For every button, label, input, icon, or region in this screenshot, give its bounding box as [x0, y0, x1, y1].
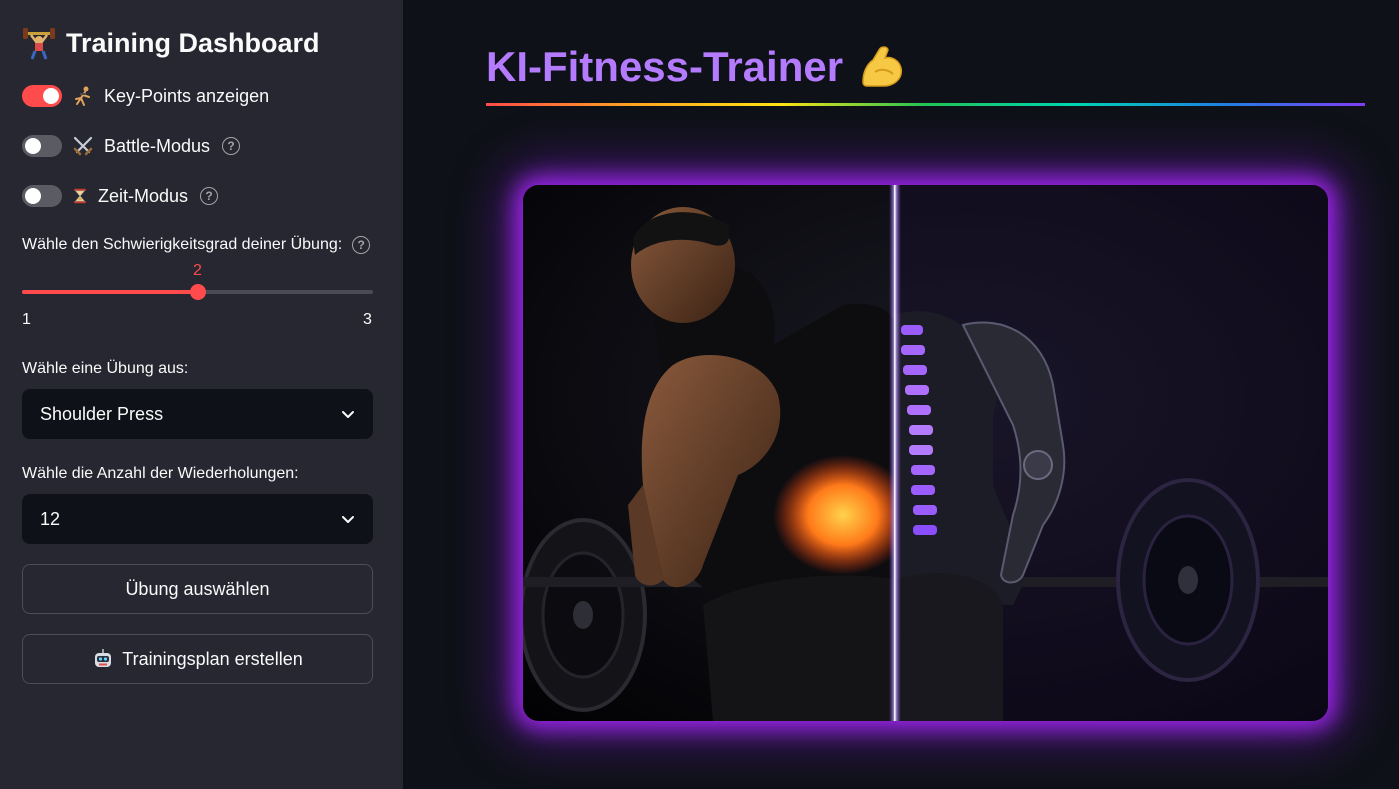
toggle-knob	[25, 138, 41, 154]
difficulty-label-row: Wähle den Schwierigkeitsgrad deiner Übun…	[22, 236, 371, 254]
select-exercise-button-label: Übung auswählen	[125, 578, 270, 599]
keypoints-label: Key-Points anzeigen	[104, 85, 270, 106]
repetitions-selected-value: 12	[40, 508, 61, 529]
help-icon[interactable]: ?	[200, 187, 219, 205]
toggle-row-battle: Battle-Modus ?	[22, 135, 241, 157]
slider-current-value: 2	[193, 262, 202, 279]
repetitions-select[interactable]: 12	[22, 494, 373, 544]
time-mode-toggle[interactable]	[22, 185, 62, 207]
chevron-down-icon	[342, 516, 354, 523]
help-icon[interactable]: ?	[352, 236, 371, 254]
battle-mode-toggle[interactable]	[22, 135, 62, 157]
slider-fill	[22, 290, 198, 294]
sidebar-title-text: Training Dashboard	[66, 27, 320, 58]
slider-thumb[interactable]	[189, 284, 206, 300]
weightlifter-icon	[23, 28, 55, 60]
repetitions-label: Wähle die Anzahl der Wiederholungen:	[22, 465, 299, 482]
create-plan-button-label: Trainingsplan erstellen	[122, 648, 303, 669]
hero-image	[523, 185, 1328, 721]
sidebar: Training Dashboard Key-Points anzeigen B…	[0, 0, 403, 789]
dancer-icon	[75, 86, 90, 106]
exercise-select[interactable]: Shoulder Press	[22, 389, 373, 439]
toggle-row-keypoints: Key-Points anzeigen	[22, 85, 269, 107]
toggle-row-time: Zeit-Modus ?	[22, 185, 219, 207]
page-title: KI-Fitness-Trainer	[486, 42, 907, 92]
athlete-cyborg-illustration	[523, 185, 1328, 721]
time-mode-label: Zeit-Modus	[98, 185, 189, 206]
flexed-biceps-icon	[862, 46, 903, 87]
crossed-swords-icon	[73, 136, 93, 156]
select-exercise-button[interactable]: Übung auswählen	[22, 564, 373, 614]
exercise-selected-value: Shoulder Press	[40, 403, 164, 424]
robot-icon	[95, 649, 112, 667]
battle-mode-label: Battle-Modus	[104, 135, 211, 156]
difficulty-slider[interactable]	[22, 284, 373, 300]
sidebar-title: Training Dashboard	[22, 26, 320, 60]
toggle-knob	[25, 188, 41, 204]
toggle-knob	[43, 88, 59, 104]
slider-max-value: 3	[363, 311, 372, 328]
title-divider	[486, 103, 1365, 106]
slider-min-value: 1	[22, 311, 31, 328]
keypoints-toggle[interactable]	[22, 85, 62, 107]
hourglass-icon	[74, 188, 86, 204]
create-plan-button[interactable]: Trainingsplan erstellen	[22, 634, 373, 684]
help-icon[interactable]: ?	[222, 137, 241, 155]
page-title-text: KI-Fitness-Trainer	[486, 43, 844, 90]
exercise-label: Wähle eine Übung aus:	[22, 360, 189, 377]
difficulty-label: Wähle den Schwierigkeitsgrad deiner Übun…	[22, 236, 343, 253]
chevron-down-icon	[342, 411, 354, 418]
